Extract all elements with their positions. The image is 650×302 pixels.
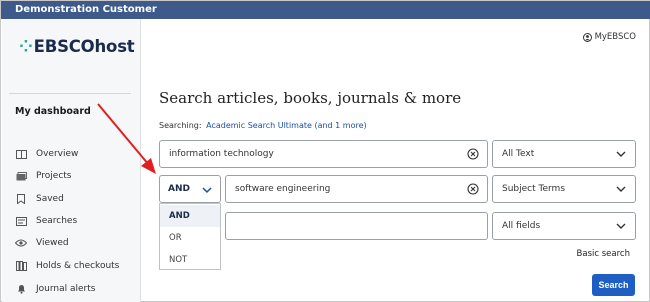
dashboard-title: My dashboard (15, 106, 91, 117)
chevron-down-icon (616, 223, 626, 229)
operator-option-not[interactable]: NOT (169, 255, 187, 265)
ebscohost-logo[interactable]: ⁘EBSCOhost (19, 37, 135, 56)
sidebar-item-overview[interactable]: Overview (15, 149, 78, 159)
sidebar-item-holds[interactable]: Holds & checkouts (15, 261, 119, 271)
page-title: Search articles, books, journals & more (159, 89, 462, 107)
operator-option-and[interactable]: AND (169, 211, 190, 221)
field-select-1[interactable]: All Text (492, 140, 636, 168)
sidebar-item-projects[interactable]: Projects (15, 171, 71, 181)
field-select-2[interactable]: Subject Terms (492, 175, 636, 203)
sidebar-divider (9, 93, 131, 94)
bookmark-icon (15, 194, 27, 204)
holds-icon (15, 261, 27, 271)
basic-search-link[interactable]: Basic search (577, 249, 630, 259)
main-content: MyEBSCO Search articles, books, journals… (142, 19, 650, 302)
chevron-down-icon (202, 187, 212, 194)
bell-icon (15, 284, 27, 294)
boolean-operator-select[interactable]: AND (159, 175, 221, 203)
chevron-down-icon (616, 186, 626, 192)
overview-icon (15, 149, 27, 159)
sidebar-item-journal-alerts[interactable]: Journal alerts (15, 284, 95, 294)
field-select-3[interactable]: All fields (492, 212, 636, 240)
eye-icon (15, 238, 27, 248)
searching-databases: Searching: Academic Search Ultimate (and… (159, 121, 367, 130)
top-bar: Demonstration Customer (1, 1, 650, 19)
search-button[interactable]: Search (592, 274, 635, 296)
account-icon (582, 32, 592, 42)
searches-icon (15, 216, 27, 226)
search-input-2[interactable]: software engineering (225, 175, 488, 203)
myebsco-account-link[interactable]: MyEBSCO (582, 32, 636, 42)
logo-mark-icon: ⁘ (19, 37, 33, 56)
projects-icon (15, 171, 27, 181)
app-window: Demonstration Customer ⁘EBSCOhost My das… (0, 0, 650, 302)
clear-icon[interactable] (467, 183, 479, 195)
chevron-down-icon (616, 151, 626, 157)
sidebar-item-saved[interactable]: Saved (15, 194, 64, 204)
clear-icon[interactable] (467, 148, 479, 160)
customer-name: Demonstration Customer (15, 4, 157, 15)
sidebar-item-viewed[interactable]: Viewed (15, 238, 69, 248)
sidebar-item-searches[interactable]: Searches (15, 216, 77, 226)
sidebar (2, 19, 141, 302)
search-input-3[interactable] (225, 212, 488, 240)
database-selection-link[interactable]: Academic Search Ultimate (and 1 more) (206, 121, 367, 130)
boolean-operator-dropdown: AND OR NOT (159, 203, 221, 270)
search-input-1[interactable]: information technology (159, 140, 488, 168)
operator-option-or[interactable]: OR (169, 233, 182, 243)
